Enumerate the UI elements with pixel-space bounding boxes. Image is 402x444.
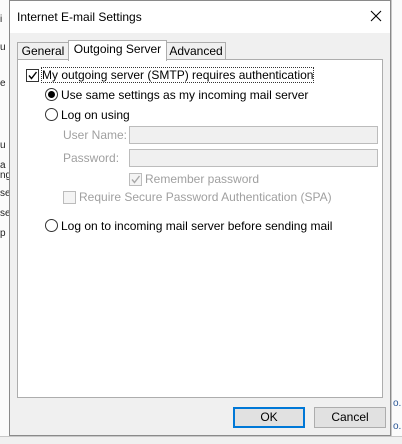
- tab-outgoing-server[interactable]: Outgoing Server: [68, 40, 167, 61]
- password-field[interactable]: [129, 149, 378, 167]
- background-text-fragment: ng: [0, 170, 9, 181]
- close-icon: [370, 10, 382, 22]
- background-text-fragment: i: [0, 14, 3, 25]
- tab-general[interactable]: General: [17, 42, 69, 59]
- logon-using-radio[interactable]: [45, 108, 58, 121]
- background-text-fragment: u: [0, 140, 6, 151]
- internet-email-settings-dialog: Internet E-mail Settings General Outgoin…: [9, 0, 391, 436]
- logon-incoming-first-label[interactable]: Log on to incoming mail server before se…: [61, 219, 332, 233]
- same-settings-radio[interactable]: [45, 88, 58, 101]
- require-spa-label: Require Secure Password Authentication (…: [79, 190, 332, 204]
- background-text-fragment: p: [0, 228, 6, 239]
- background-text-fragment: u: [0, 42, 6, 53]
- user-name-field[interactable]: [129, 126, 378, 144]
- remember-password-checkbox[interactable]: [129, 173, 142, 186]
- requires-auth-label[interactable]: My outgoing server (SMTP) requires authe…: [40, 67, 315, 83]
- checkmark-icon: [131, 175, 141, 184]
- same-settings-label[interactable]: Use same settings as my incoming mail se…: [61, 88, 308, 102]
- password-label: Password:: [63, 151, 120, 165]
- background-link-fragment: o.: [393, 421, 402, 432]
- remember-password-label: Remember password: [145, 172, 260, 186]
- background-app-right-edge: [391, 0, 402, 443]
- logon-incoming-first-radio[interactable]: [45, 219, 58, 232]
- cancel-button[interactable]: Cancel: [314, 407, 386, 428]
- require-spa-checkbox[interactable]: [63, 191, 76, 204]
- title-bar: Internet E-mail Settings: [10, 1, 390, 33]
- background-text-fragment: se: [0, 188, 9, 199]
- background-text-fragment: e: [0, 78, 6, 89]
- outgoing-server-panel: My outgoing server (SMTP) requires authe…: [17, 59, 383, 398]
- background-text-fragment: se: [0, 208, 9, 219]
- user-name-label: User Name:: [63, 128, 128, 142]
- close-button[interactable]: [368, 8, 384, 24]
- background-link-fragment: o.: [393, 398, 402, 409]
- radio-selected-dot: [48, 91, 55, 98]
- requires-auth-checkbox[interactable]: [26, 69, 39, 82]
- tab-advanced[interactable]: Advanced: [166, 42, 226, 59]
- dialog-title: Internet E-mail Settings: [17, 10, 142, 24]
- checkmark-icon: [28, 71, 38, 80]
- ok-button[interactable]: OK: [233, 407, 305, 428]
- logon-using-label[interactable]: Log on using: [61, 108, 130, 122]
